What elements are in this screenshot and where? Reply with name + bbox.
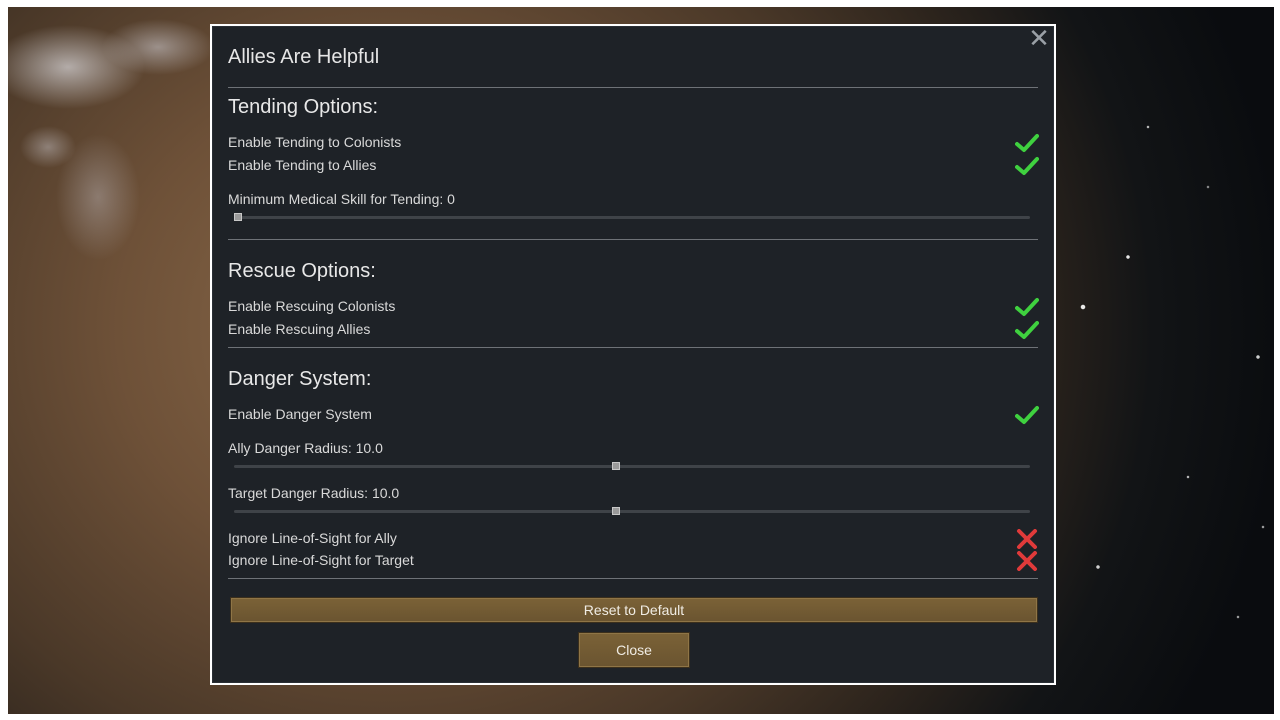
- danger-heading: Danger System:: [228, 368, 372, 390]
- mod-settings-dialog: ✕ Allies Are Helpful Tending Options: En…: [210, 24, 1056, 685]
- target-danger-radius-label: Target Danger Radius: 10.0: [228, 485, 400, 501]
- slider-track: [234, 216, 1030, 219]
- slider-handle[interactable]: [234, 213, 242, 221]
- rescue-allies-label: Enable Rescuing Allies: [228, 321, 371, 337]
- min-medical-skill-label: Minimum Medical Skill for Tending: 0: [228, 191, 455, 207]
- checkmark-icon[interactable]: [1015, 320, 1039, 340]
- close-button[interactable]: Close: [578, 632, 690, 668]
- close-icon[interactable]: ✕: [1028, 26, 1050, 52]
- danger-enable-label: Enable Danger System: [228, 406, 372, 422]
- reset-to-default-button[interactable]: Reset to Default: [230, 597, 1038, 623]
- slider-handle[interactable]: [612, 462, 620, 470]
- dialog-title: Allies Are Helpful: [228, 46, 380, 68]
- divider: [228, 347, 1038, 348]
- tending-allies-label: Enable Tending to Allies: [228, 157, 377, 173]
- divider: [228, 578, 1038, 579]
- divider: [228, 87, 1038, 88]
- ignore-los-target-label: Ignore Line-of-Sight for Target: [228, 552, 414, 568]
- cross-icon[interactable]: [1015, 551, 1039, 571]
- cross-icon[interactable]: [1015, 529, 1039, 549]
- min-medical-skill-slider[interactable]: [234, 211, 1030, 223]
- divider: [228, 239, 1038, 240]
- ignore-los-ally-label: Ignore Line-of-Sight for Ally: [228, 530, 397, 546]
- tending-colonists-label: Enable Tending to Colonists: [228, 134, 402, 150]
- checkmark-icon[interactable]: [1015, 133, 1039, 153]
- slider-track: [234, 465, 1030, 468]
- rescue-heading: Rescue Options:: [228, 260, 376, 282]
- checkmark-icon[interactable]: [1015, 405, 1039, 425]
- tending-heading: Tending Options:: [228, 96, 379, 118]
- target-danger-radius-slider[interactable]: [234, 505, 1030, 517]
- checkmark-icon[interactable]: [1015, 156, 1039, 176]
- rescue-colonists-label: Enable Rescuing Colonists: [228, 298, 396, 314]
- checkmark-icon[interactable]: [1015, 297, 1039, 317]
- ally-danger-radius-label: Ally Danger Radius: 10.0: [228, 440, 383, 456]
- ally-danger-radius-slider[interactable]: [234, 460, 1030, 472]
- slider-track: [234, 510, 1030, 513]
- slider-handle[interactable]: [612, 507, 620, 515]
